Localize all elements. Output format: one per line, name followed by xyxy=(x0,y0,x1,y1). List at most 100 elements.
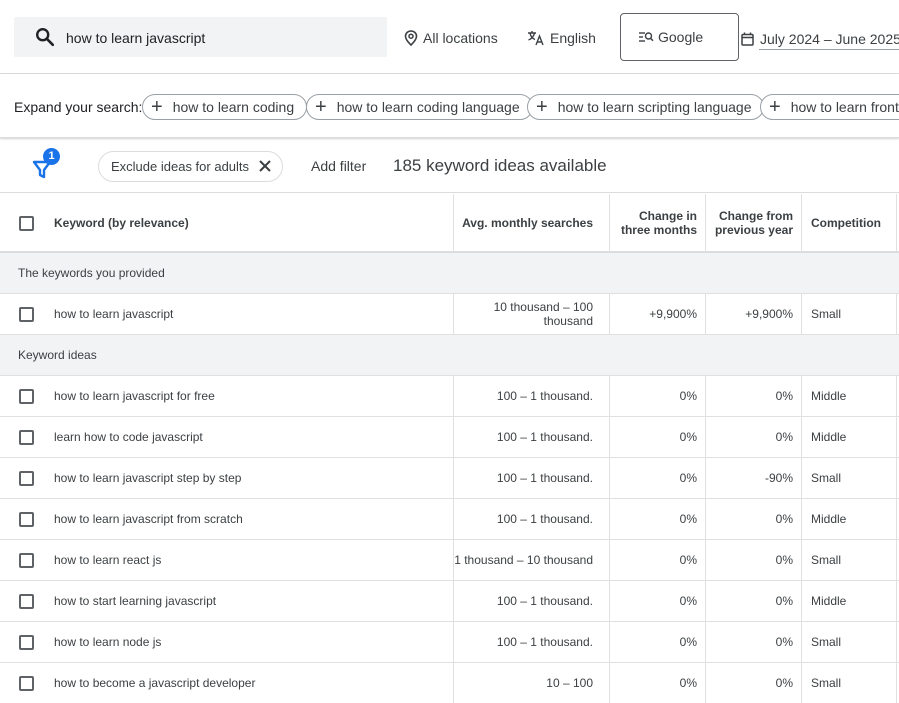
avg-searches-cell: 100 – 1 thousand. xyxy=(453,376,609,416)
keyword-cell: learn how to code javascript xyxy=(54,430,203,444)
search-query: how to learn javascript xyxy=(66,30,206,46)
change-yoy-cell: +9,900% xyxy=(705,294,801,334)
language-selector[interactable]: English xyxy=(527,29,596,47)
location-selector[interactable]: All locations xyxy=(404,29,498,47)
change-3m-cell: 0% xyxy=(609,417,705,457)
change-yoy-cell: 0% xyxy=(705,376,801,416)
change-yoy-cell: 0% xyxy=(705,417,801,457)
plus-icon: + xyxy=(769,96,781,118)
avg-searches-cell: 100 – 1 thousand. xyxy=(453,417,609,457)
expand-chip-label: how to learn front end xyxy=(790,99,899,115)
close-icon[interactable] xyxy=(257,158,273,174)
table-row: how to start learning javascript 100 – 1… xyxy=(0,581,899,622)
row-checkbox[interactable] xyxy=(19,512,34,527)
search-input[interactable]: how to learn javascript xyxy=(14,17,387,57)
keyword-cell: how to become a javascript developer xyxy=(54,676,256,690)
table-row: how to become a javascript developer 10 … xyxy=(0,663,899,703)
keyword-cell: how to start learning javascript xyxy=(54,594,217,608)
expand-chip-learn-front-end[interactable]: + how to learn front end xyxy=(760,94,899,120)
avg-searches-cell: 10 – 100 xyxy=(453,663,609,703)
change-yoy-cell: 0% xyxy=(705,663,801,703)
keyword-table: Keyword (by relevance) Avg. monthly sear… xyxy=(0,194,899,703)
date-range-underline xyxy=(759,49,899,50)
table-row: how to learn react js 1 thousand – 10 th… xyxy=(0,540,899,581)
change-3m-cell: 0% xyxy=(609,376,705,416)
competition-cell: Middle xyxy=(801,376,897,416)
expand-chip-label: how to learn scripting language xyxy=(557,99,752,115)
change-3m-cell: 0% xyxy=(609,663,705,703)
header-change-previous-year[interactable]: Change from previous year xyxy=(705,194,801,251)
plus-icon: + xyxy=(536,96,548,118)
expand-search-label: Expand your search: xyxy=(14,99,143,115)
row-checkbox[interactable] xyxy=(19,471,34,486)
table-row: how to learn javascript step by step 100… xyxy=(0,458,899,499)
search-icon xyxy=(36,28,55,47)
avg-searches-cell: 100 – 1 thousand. xyxy=(453,458,609,498)
keyword-cell: how to learn javascript xyxy=(54,307,174,321)
add-filter-button[interactable]: Add filter xyxy=(311,158,366,174)
table-header-row: Keyword (by relevance) Avg. monthly sear… xyxy=(0,194,899,253)
filter-chip-label: Exclude ideas for adults xyxy=(111,159,250,174)
avg-searches-cell: 100 – 1 thousand. xyxy=(453,622,609,662)
change-3m-cell: 0% xyxy=(609,458,705,498)
row-checkbox[interactable] xyxy=(19,389,34,404)
exclude-adult-ideas-chip[interactable]: Exclude ideas for adults xyxy=(98,151,283,182)
competition-cell: Middle xyxy=(801,499,897,539)
plus-icon: + xyxy=(151,96,163,118)
keyword-cell: how to learn node js xyxy=(54,635,162,649)
group-row-provided: The keywords you provided xyxy=(0,253,899,294)
expand-chip-learn-coding[interactable]: + how to learn coding xyxy=(142,94,308,120)
group-row-ideas: Keyword ideas xyxy=(0,335,899,376)
network-selector[interactable]: Google xyxy=(620,13,739,61)
avg-searches-cell: 100 – 1 thousand. xyxy=(453,581,609,621)
expand-chip-learn-coding-language[interactable]: + how to learn coding language xyxy=(306,94,533,120)
location-pin-icon xyxy=(404,30,418,46)
change-yoy-cell: 0% xyxy=(705,622,801,662)
row-checkbox[interactable] xyxy=(19,553,34,568)
change-3m-cell: 0% xyxy=(609,540,705,580)
expand-chip-learn-scripting-language[interactable]: + how to learn scripting language xyxy=(527,94,765,120)
competition-cell: Middle xyxy=(801,581,897,621)
row-checkbox[interactable] xyxy=(19,307,34,322)
change-3m-cell: +9,900% xyxy=(609,294,705,334)
change-yoy-cell: 0% xyxy=(705,540,801,580)
table-row: learn how to code javascript 100 – 1 tho… xyxy=(0,417,899,458)
translate-icon xyxy=(528,31,544,46)
keyword-cell: how to learn react js xyxy=(54,553,162,567)
keyword-cell: how to learn javascript from scratch xyxy=(54,512,243,526)
expand-search-bar: Expand your search: + how to learn codin… xyxy=(0,74,899,138)
header-competition[interactable]: Competition xyxy=(801,194,897,251)
header-avg-monthly-searches[interactable]: Avg. monthly searches xyxy=(453,194,609,251)
select-all-checkbox[interactable] xyxy=(19,216,34,231)
change-yoy-cell: 0% xyxy=(705,499,801,539)
table-row: how to learn node js 100 – 1 thousand. 0… xyxy=(0,622,899,663)
date-range-label: July 2024 – June 2025 xyxy=(760,31,899,47)
expand-chip-label: how to learn coding xyxy=(172,99,295,115)
table-row: how to learn javascript for free 100 – 1… xyxy=(0,376,899,417)
avg-searches-cell: 100 – 1 thousand. xyxy=(453,499,609,539)
date-range-selector[interactable]: July 2024 – June 2025 xyxy=(741,28,899,50)
competition-cell: Small xyxy=(801,663,897,703)
location-label: All locations xyxy=(423,30,498,46)
row-checkbox[interactable] xyxy=(19,676,34,691)
filter-bar: Exclude ideas for adults Add filter 185 … xyxy=(0,139,899,193)
change-yoy-cell: -90% xyxy=(705,458,801,498)
change-3m-cell: 0% xyxy=(609,622,705,662)
plus-icon: + xyxy=(315,96,327,118)
language-label: English xyxy=(550,30,596,46)
header-change-three-months[interactable]: Change in three months xyxy=(609,194,705,251)
avg-searches-cell: 1 thousand – 10 thousand xyxy=(453,540,609,580)
keyword-cell: how to learn javascript step by step xyxy=(54,471,242,485)
row-checkbox[interactable] xyxy=(19,430,34,445)
competition-cell: Small xyxy=(801,540,897,580)
expand-chip-label: how to learn coding language xyxy=(336,99,520,115)
row-checkbox[interactable] xyxy=(19,635,34,650)
competition-cell: Small xyxy=(801,622,897,662)
competition-cell: Small xyxy=(801,294,897,334)
filter-count-badge: 1 xyxy=(43,148,60,165)
change-yoy-cell: 0% xyxy=(705,581,801,621)
calendar-icon xyxy=(741,32,754,46)
row-checkbox[interactable] xyxy=(19,594,34,609)
header-keyword[interactable]: Keyword (by relevance) xyxy=(54,194,453,251)
top-bar: how to learn javascript All locations En… xyxy=(0,0,899,74)
